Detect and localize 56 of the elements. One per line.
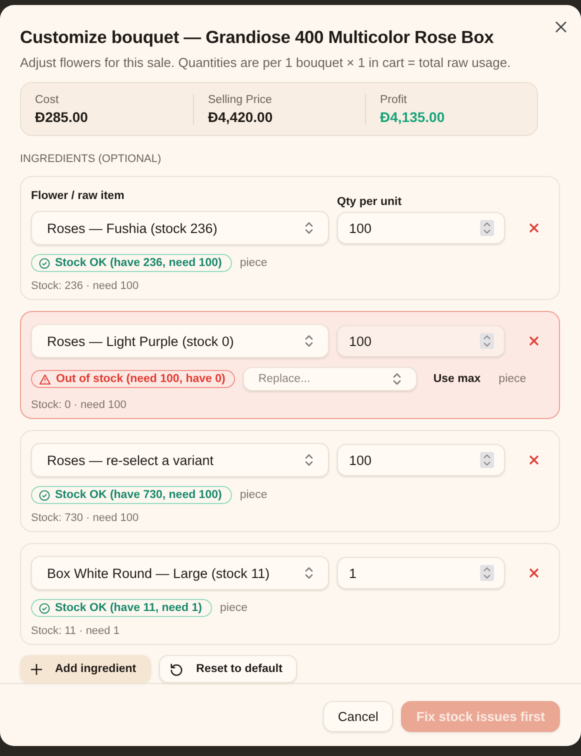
add-ingredient-button[interactable]: Add ingredient <box>20 655 152 683</box>
stock-badge: Out of stock (need 100, have 0) <box>31 370 236 388</box>
qty-field[interactable]: 1 <box>337 557 505 589</box>
summary-label: Cost <box>35 94 60 106</box>
dialog-title: Customize bouquet — Grandiose 400 Multicolor Rose Box <box>20 27 495 48</box>
item-select[interactable]: Roses — re-select a variant <box>31 443 329 477</box>
qty-field[interactable]: 100 <box>337 325 505 357</box>
unit-label: piece <box>240 489 268 501</box>
check-circle-icon <box>39 602 50 614</box>
item-select[interactable]: Roses — Light Purple (stock 0) <box>31 324 329 358</box>
spinner-icon[interactable] <box>480 220 494 236</box>
item-select[interactable]: Roses — Fushia (stock 236) <box>31 211 329 245</box>
remove-icon[interactable] <box>529 568 539 578</box>
check-circle-icon <box>39 258 50 268</box>
stock-badge: Stock OK (have 11, need 1) <box>31 599 212 617</box>
chevron-up-down-icon <box>304 221 314 235</box>
reset-button[interactable]: Reset to default <box>159 655 298 683</box>
qty-field[interactable]: 100 <box>337 212 505 244</box>
spinner-icon[interactable] <box>480 565 494 581</box>
unit-label: piece <box>240 257 268 269</box>
summary-label: Selling Price <box>208 94 273 106</box>
check-circle-icon <box>39 490 50 500</box>
chevron-up-down-icon <box>304 453 314 467</box>
stock-note: Stock: 11 · need 1 <box>31 625 120 637</box>
summary-value: Đ4,135.00 <box>380 109 446 125</box>
chevron-up-down-icon <box>392 372 402 386</box>
stock-note: Stock: 730 · need 100 <box>31 512 140 524</box>
replace-select[interactable]: Replace... <box>243 367 418 391</box>
remove-icon[interactable] <box>529 336 539 346</box>
stock-badge: Stock OK (have 236, need 100) <box>31 254 232 272</box>
chevron-up-down-icon <box>304 334 314 348</box>
qty-field[interactable]: 100 <box>337 444 505 476</box>
stock-note: Stock: 0 · need 100 <box>31 399 128 411</box>
summary-value: Đ285.00 <box>35 109 89 125</box>
dialog-subtitle: Adjust flowers for this sale. Quantities are per 1 bouquet × 1 in cart = total raw usage. <box>20 55 512 70</box>
spinner-icon[interactable] <box>480 452 494 468</box>
warning-icon <box>39 374 51 384</box>
summary-value: Đ4,420.00 <box>208 109 274 125</box>
summary-label: Profit <box>380 94 408 106</box>
cancel-button[interactable]: Cancel <box>322 701 394 732</box>
plus-icon <box>31 664 42 674</box>
section-label: INGREDIENTS (OPTIONAL) <box>20 153 162 165</box>
field-label: Flower / raw item <box>31 189 126 204</box>
unit-label: piece <box>498 373 526 385</box>
reset-icon <box>170 662 184 676</box>
use-max-button[interactable]: Use max <box>425 373 491 385</box>
remove-icon[interactable] <box>529 455 539 465</box>
field-label: Qty per unit <box>337 195 402 208</box>
item-select[interactable]: Box White Round — Large (stock 11) <box>31 556 329 590</box>
close-icon[interactable] <box>554 20 568 34</box>
spinner-icon[interactable] <box>480 333 494 349</box>
stock-note: Stock: 236 · need 100 <box>31 280 140 292</box>
remove-icon[interactable] <box>529 223 539 233</box>
chevron-up-down-icon <box>304 566 314 580</box>
unit-label: piece <box>220 602 248 614</box>
stock-badge: Stock OK (have 730, need 100) <box>31 486 232 504</box>
